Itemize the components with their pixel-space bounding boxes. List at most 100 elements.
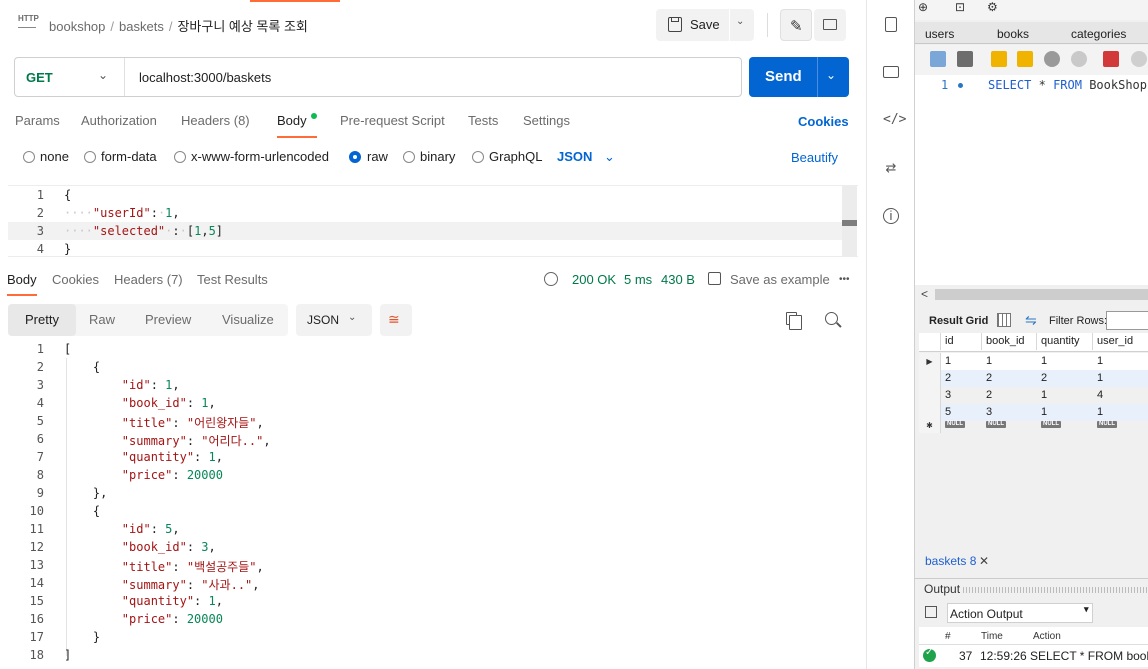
grid-cell[interactable]: 1: [1037, 387, 1047, 404]
radio-urlencoded[interactable]: [174, 151, 186, 163]
grid-cell[interactable]: 1: [982, 353, 992, 370]
response-format-select[interactable]: JSON ⌄: [296, 304, 372, 336]
output-type-select[interactable]: Action Output ▾: [947, 603, 1093, 623]
grid-cell[interactable]: 1: [941, 353, 951, 370]
search-icon[interactable]: [825, 312, 838, 325]
radio-none-label[interactable]: none: [40, 149, 69, 164]
table-row[interactable]: 3 2 1 4: [919, 387, 1148, 404]
radio-form-data-label[interactable]: form-data: [101, 149, 157, 164]
grid-cell[interactable]: 1: [1037, 353, 1047, 370]
new-row[interactable]: ✱ NULL NULL NULL NULL: [919, 419, 1148, 433]
related-requests-icon[interactable]: ⇄: [883, 160, 899, 176]
tab-users[interactable]: users: [925, 27, 954, 41]
chevron-down-icon[interactable]: ⌄: [826, 68, 836, 82]
globe-icon[interactable]: [544, 272, 558, 286]
filter-rows-input[interactable]: [1106, 311, 1148, 330]
column-id[interactable]: id: [941, 333, 982, 350]
save-as-example-button[interactable]: Save as example: [730, 272, 830, 287]
sql-editor[interactable]: 1 SELECT * FROM BookShop.: [915, 75, 1148, 285]
grid-cell[interactable]: 4: [1093, 387, 1103, 404]
chevron-left-icon[interactable]: <: [921, 287, 928, 301]
body-format-select[interactable]: JSON ⌄: [557, 149, 615, 165]
editor-scrollbar[interactable]: [842, 186, 857, 256]
refresh-icon[interactable]: ⇋: [1025, 312, 1037, 329]
more-options-icon[interactable]: •••: [839, 274, 850, 285]
radio-raw[interactable]: [349, 151, 361, 163]
resp-tab-cookies[interactable]: Cookies: [52, 272, 99, 287]
code-icon[interactable]: </>: [883, 112, 906, 128]
result-grid-label[interactable]: Result Grid: [929, 315, 988, 327]
breadcrumb-collection[interactable]: baskets: [119, 19, 164, 34]
grid-cell[interactable]: 1: [1093, 370, 1103, 387]
response-size[interactable]: 430 B: [661, 272, 695, 287]
radio-graphql[interactable]: [472, 151, 484, 163]
response-body[interactable]: 1 [ 2 { 3 "id": 1, 4 "book_id": 1, 5 "tit…: [8, 340, 858, 669]
comment-icon[interactable]: [883, 66, 899, 78]
tab-params[interactable]: Params: [15, 113, 60, 128]
grid-cell[interactable]: 3: [941, 387, 951, 404]
column-quantity[interactable]: quantity: [1037, 333, 1093, 350]
resp-tab-test-results[interactable]: Test Results: [197, 272, 268, 287]
resp-tab-body[interactable]: Body: [7, 272, 37, 287]
radio-raw-label[interactable]: raw: [367, 149, 388, 164]
resp-tab-headers[interactable]: Headers (7): [114, 272, 183, 287]
comments-button[interactable]: [814, 9, 846, 41]
column-user-id[interactable]: user_id: [1093, 333, 1148, 350]
save-button[interactable]: Save ⌄: [656, 9, 754, 41]
radio-none[interactable]: [23, 151, 35, 163]
result-tab[interactable]: baskets 8: [923, 554, 978, 568]
view-visualize[interactable]: Visualize: [222, 312, 274, 327]
table-row[interactable]: ▶ 1 1 1 1: [919, 353, 1148, 370]
execute-current-icon[interactable]: [1017, 51, 1033, 67]
tab-body[interactable]: Body: [277, 113, 317, 128]
request-title[interactable]: 장바구니 예상 목록 조회: [177, 19, 307, 34]
tab-categories[interactable]: categories: [1071, 27, 1126, 41]
copy-icon[interactable]: [925, 606, 937, 618]
stop-icon[interactable]: [1071, 51, 1087, 67]
toggle-error-icon[interactable]: [1103, 51, 1119, 67]
column-book-id[interactable]: book_id: [982, 333, 1037, 350]
view-pretty[interactable]: Pretty: [8, 304, 76, 336]
edit-button[interactable]: ✎: [780, 9, 812, 41]
beautify-button[interactable]: Beautify: [791, 150, 838, 165]
table-row[interactable]: 2 2 2 1: [919, 370, 1148, 387]
grid-icon[interactable]: [997, 313, 1011, 327]
cookies-link[interactable]: Cookies: [798, 114, 849, 129]
tab-pre-request-script[interactable]: Pre-request Script: [340, 113, 445, 128]
documentation-icon[interactable]: [885, 17, 897, 32]
radio-graphql-label[interactable]: GraphQL: [489, 149, 542, 164]
tab-books[interactable]: books: [997, 27, 1029, 41]
tab-tests[interactable]: Tests: [468, 113, 498, 128]
toolbar-icon[interactable]: ⚙: [987, 0, 998, 14]
status-code[interactable]: 200 OK: [572, 272, 616, 287]
grid-cell[interactable]: 1: [1093, 353, 1103, 370]
radio-urlencoded-label[interactable]: x-www-form-urlencoded: [191, 149, 329, 164]
method-select[interactable]: GET ⌄: [15, 58, 125, 96]
editor-horizontal-scrollbar[interactable]: <: [915, 287, 1148, 302]
send-button[interactable]: Send ⌄: [749, 57, 849, 97]
view-preview[interactable]: Preview: [145, 312, 191, 327]
save-icon[interactable]: [957, 51, 973, 67]
url-input[interactable]: localhost:3000/baskets: [139, 70, 271, 85]
open-file-icon[interactable]: [930, 51, 946, 67]
grid-cell[interactable]: 2: [982, 370, 992, 387]
grid-cell[interactable]: 2: [1037, 370, 1047, 387]
commit-icon[interactable]: [1131, 51, 1147, 67]
explain-icon[interactable]: [1044, 51, 1060, 67]
execute-icon[interactable]: [991, 51, 1007, 67]
copy-icon[interactable]: [786, 312, 802, 330]
request-body-editor[interactable]: 1 { 2 ····"userId":·1, 3 ····"selected"·:·[…: [8, 185, 858, 257]
info-icon[interactable]: i: [883, 208, 899, 224]
tab-headers[interactable]: Headers (8): [181, 113, 250, 128]
radio-form-data[interactable]: [84, 151, 96, 163]
chevron-down-icon[interactable]: ⌄: [736, 16, 744, 27]
response-time[interactable]: 5 ms: [624, 272, 652, 287]
wrap-lines-button[interactable]: ≅: [380, 304, 412, 336]
toolbar-icon[interactable]: ⊡: [955, 0, 965, 14]
toolbar-icon[interactable]: ⊕: [918, 0, 928, 14]
radio-binary[interactable]: [403, 151, 415, 163]
output-row[interactable]: 37 12:59:26 SELECT * FROM books l: [919, 645, 1148, 667]
view-raw[interactable]: Raw: [89, 312, 115, 327]
tab-settings[interactable]: Settings: [523, 113, 570, 128]
tab-authorization[interactable]: Authorization: [81, 113, 157, 128]
